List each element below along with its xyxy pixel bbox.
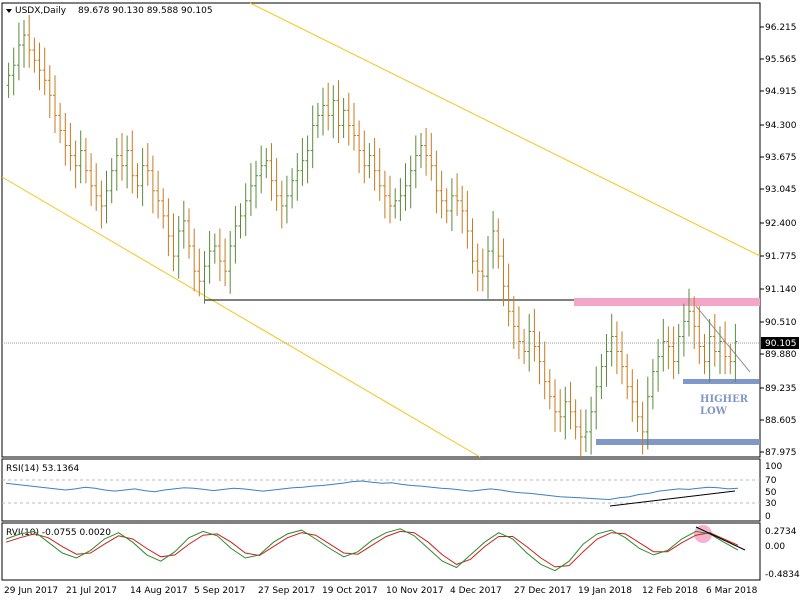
rvi-tick: -0.4834 [765, 570, 800, 580]
rvi-label: RVI(10) -0.0755 0.0020 [6, 528, 111, 538]
rsi-tick: 100 [765, 462, 782, 472]
annotation-low: LOW [700, 406, 728, 417]
date-label: 6 Mar 2018 [706, 586, 758, 596]
rsi-tick: 30 [765, 499, 777, 509]
price-tick-label: 96.215 [765, 23, 797, 33]
date-label: 12 Feb 2018 [642, 586, 698, 596]
resistance-zone[interactable] [574, 298, 760, 306]
price-tick-label: 87.975 [765, 448, 797, 458]
price-tick-label: 89.235 [765, 384, 797, 394]
rsi-tick: 0 [765, 512, 771, 522]
price-tick-label: 88.605 [765, 416, 797, 426]
date-label: 29 Jun 2017 [4, 586, 58, 596]
rsi-label: RSI(14) 53.1364 [6, 464, 79, 474]
annotation-higher: HIGHER [700, 394, 749, 405]
rvi-tick: 0.2734 [765, 527, 797, 537]
chart-window: USDX,Daily 89.678 90.130 89.588 90.105 9… [0, 0, 800, 600]
price-tick-label: 90.510 [765, 318, 797, 328]
symbol-title: USDX,Daily [15, 6, 67, 16]
rvi-tick: 0.00 [765, 542, 785, 552]
ohlc-values: 89.678 90.130 89.588 90.105 [78, 6, 213, 16]
price-tick-label: 89.880 [765, 350, 797, 360]
date-label: 27 Sep 2017 [258, 586, 315, 596]
price-tick-label: 93.045 [765, 185, 797, 195]
price-tick-label: 93.675 [765, 153, 797, 163]
support-zone-low[interactable] [596, 439, 760, 445]
price-tick-label: 91.775 [765, 252, 797, 262]
rsi-tick: 70 [765, 476, 777, 486]
rsi-tick: 50 [765, 488, 777, 498]
support-zone-higher-low[interactable] [683, 379, 759, 384]
date-label: 10 Nov 2017 [386, 586, 444, 596]
price-tick-label: 94.915 [765, 87, 797, 97]
price-tick-label: 95.565 [765, 55, 797, 65]
current-price-label: 90.105 [765, 339, 797, 349]
date-label: 14 Aug 2017 [130, 586, 188, 596]
price-tick-label: 94.300 [765, 121, 797, 131]
date-label: 4 Dec 2017 [450, 586, 502, 596]
date-label: 19 Jan 2018 [578, 586, 632, 596]
date-label: 19 Oct 2017 [322, 586, 378, 596]
price-tick-label: 91.140 [765, 285, 797, 295]
date-label: 27 Dec 2017 [514, 586, 572, 596]
date-label: 21 Jul 2017 [66, 586, 117, 596]
price-tick-label: 92.400 [765, 219, 797, 229]
date-label: 5 Sep 2017 [194, 586, 245, 596]
